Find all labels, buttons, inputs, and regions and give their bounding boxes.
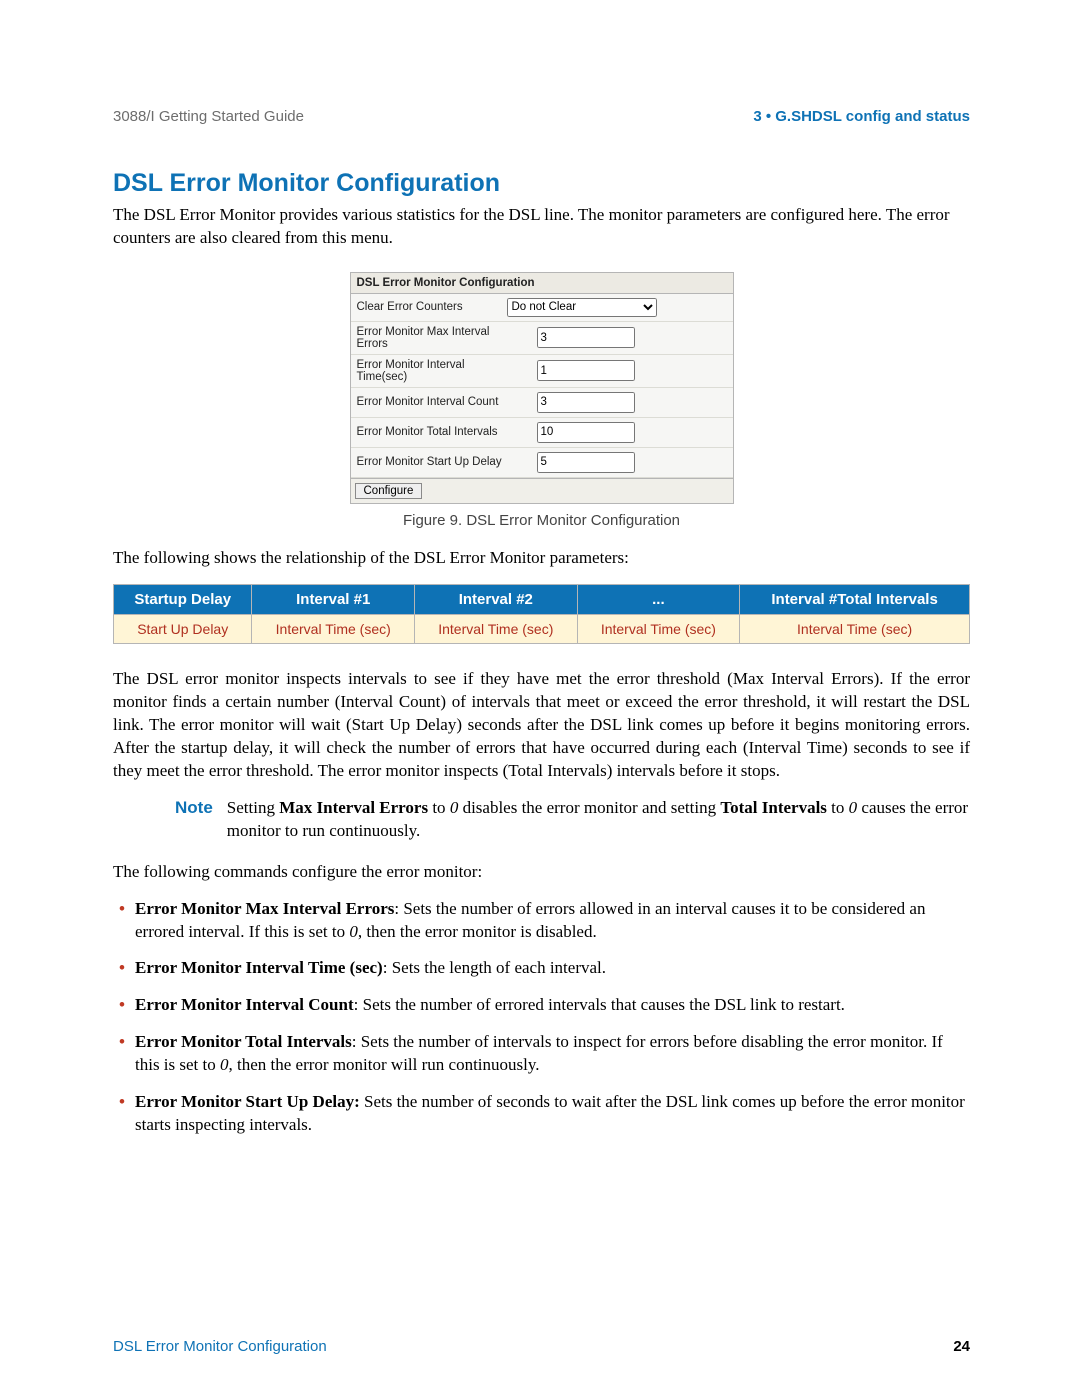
- config-panel-title: DSL Error Monitor Configuration: [351, 273, 733, 294]
- bullet-item: Error Monitor Total Intervals: Sets the …: [113, 1031, 970, 1077]
- header-right: 3 • G.SHDSL config and status: [753, 108, 970, 125]
- note-text: Setting Max Interval Errors to 0 disable…: [227, 797, 970, 843]
- interval-cell: Interval Time (sec): [577, 615, 740, 644]
- page-number: 24: [953, 1338, 970, 1355]
- running-footer: DSL Error Monitor Configuration 24: [113, 1338, 970, 1355]
- config-row-total-intervals: Error Monitor Total Intervals: [351, 418, 733, 448]
- max-interval-errors-input[interactable]: [537, 327, 635, 348]
- commands-intro: The following commands configure the err…: [113, 861, 970, 884]
- bullet-item: Error Monitor Start Up Delay: Sets the n…: [113, 1091, 970, 1137]
- interval-table: Startup Delay Interval #1 Interval #2 ..…: [113, 584, 970, 644]
- figure-caption: Figure 9. DSL Error Monitor Configuratio…: [113, 512, 970, 529]
- running-header: 3088/I Getting Started Guide 3 • G.SHDSL…: [113, 108, 970, 125]
- interval-header: Startup Delay: [114, 584, 252, 614]
- interval-cell: Interval Time (sec): [415, 615, 578, 644]
- clear-error-counters-select[interactable]: Do not Clear: [507, 298, 657, 317]
- explanation-paragraph: The DSL error monitor inspects intervals…: [113, 668, 970, 783]
- relation-intro: The following shows the relationship of …: [113, 547, 970, 570]
- note-label: Note: [175, 797, 213, 843]
- section-title: DSL Error Monitor Configuration: [113, 169, 970, 198]
- footer-left: DSL Error Monitor Configuration: [113, 1338, 327, 1355]
- config-row-clear-counters: Clear Error Counters Do not Clear: [351, 294, 733, 322]
- configure-button[interactable]: Configure: [355, 483, 423, 499]
- config-row-max-interval-errors: Error Monitor Max Interval Errors: [351, 322, 733, 355]
- interval-count-input[interactable]: [537, 392, 635, 413]
- header-left: 3088/I Getting Started Guide: [113, 108, 304, 125]
- total-intervals-input[interactable]: [537, 422, 635, 443]
- config-button-row: Configure: [351, 478, 733, 503]
- config-row-interval-count: Error Monitor Interval Count: [351, 388, 733, 418]
- config-label: Error Monitor Interval Time(sec): [357, 359, 507, 383]
- interval-header: Interval #1: [252, 584, 415, 614]
- document-page: 3088/I Getting Started Guide 3 • G.SHDSL…: [0, 0, 1080, 1397]
- bullet-list: Error Monitor Max Interval Errors: Sets …: [113, 898, 970, 1138]
- bullet-item: Error Monitor Max Interval Errors: Sets …: [113, 898, 970, 944]
- interval-time-input[interactable]: [537, 360, 635, 381]
- interval-cell: Interval Time (sec): [740, 615, 970, 644]
- interval-header: Interval #2: [415, 584, 578, 614]
- interval-cell: Start Up Delay: [114, 615, 252, 644]
- bullet-item: Error Monitor Interval Time (sec): Sets …: [113, 957, 970, 980]
- config-panel: DSL Error Monitor Configuration Clear Er…: [350, 272, 734, 504]
- bullet-item: Error Monitor Interval Count: Sets the n…: [113, 994, 970, 1017]
- interval-header: ...: [577, 584, 740, 614]
- config-row-startup-delay: Error Monitor Start Up Delay: [351, 448, 733, 478]
- intro-paragraph: The DSL Error Monitor provides various s…: [113, 204, 970, 250]
- config-label: Error Monitor Start Up Delay: [357, 456, 507, 468]
- config-label: Error Monitor Interval Count: [357, 396, 507, 408]
- note-block: Note Setting Max Interval Errors to 0 di…: [175, 797, 970, 843]
- startup-delay-input[interactable]: [537, 452, 635, 473]
- config-label: Clear Error Counters: [357, 301, 507, 313]
- config-label: Error Monitor Max Interval Errors: [357, 326, 507, 350]
- interval-cell: Interval Time (sec): [252, 615, 415, 644]
- interval-header: Interval #Total Intervals: [740, 584, 970, 614]
- config-row-interval-time: Error Monitor Interval Time(sec): [351, 355, 733, 388]
- config-label: Error Monitor Total Intervals: [357, 426, 507, 438]
